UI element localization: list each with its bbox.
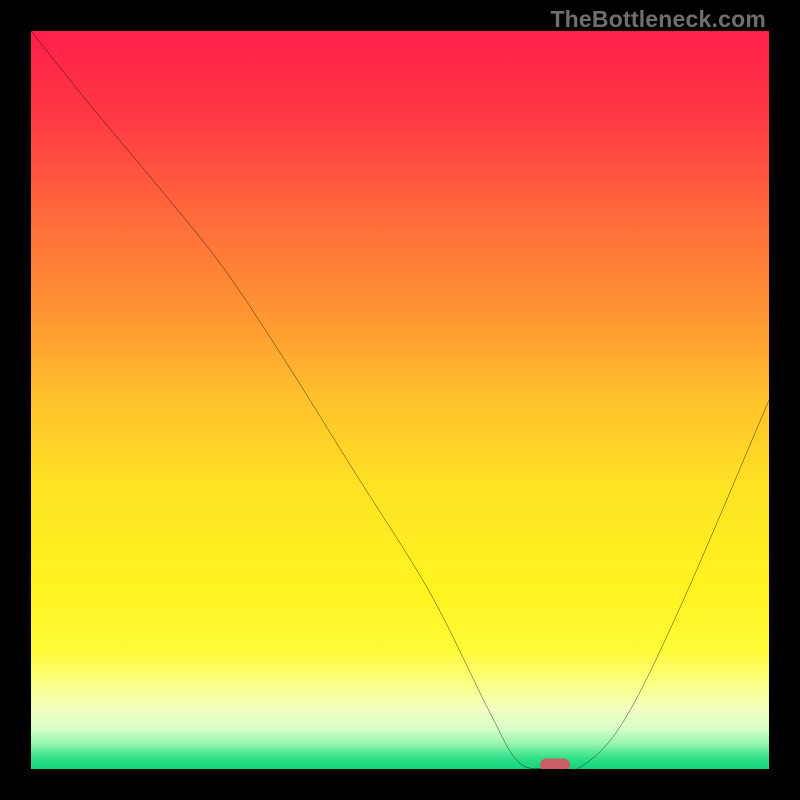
watermark-text: TheBottleneck.com	[550, 6, 766, 33]
plot-area	[31, 31, 769, 769]
chart-frame: TheBottleneck.com	[0, 0, 800, 800]
optimal-marker	[540, 759, 570, 769]
bottleneck-curve	[31, 31, 769, 769]
